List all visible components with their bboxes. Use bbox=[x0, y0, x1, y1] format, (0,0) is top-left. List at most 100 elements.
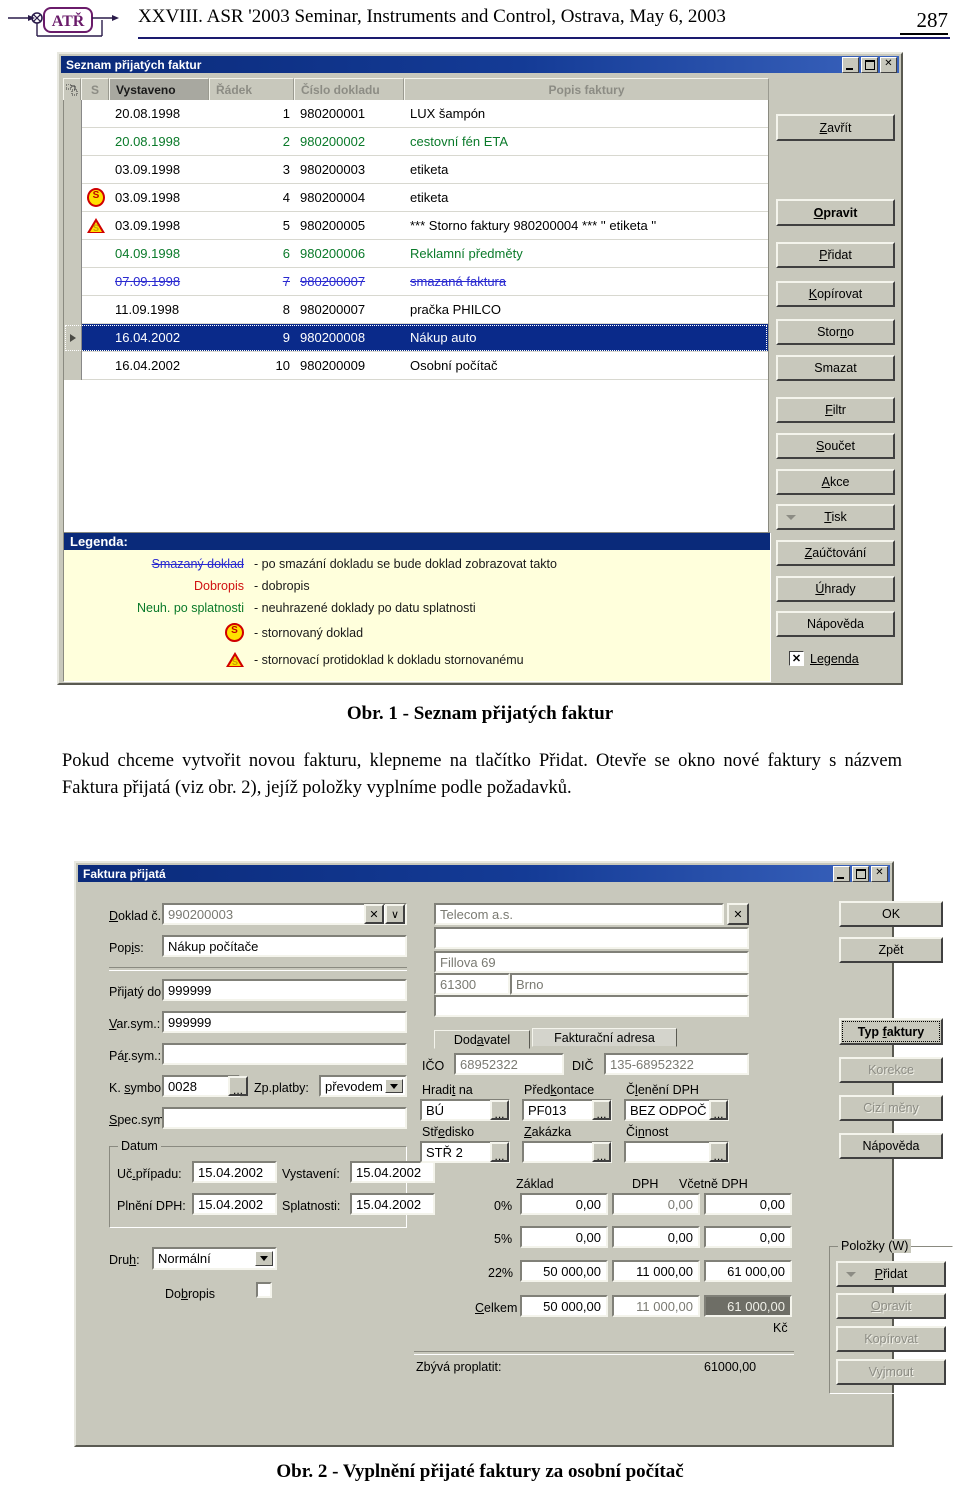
cleneni-dph-browse-button[interactable]: ... bbox=[709, 1100, 728, 1120]
splatnosti-field[interactable]: 15.04.2002 bbox=[350, 1193, 435, 1215]
payment-method-select[interactable]: převodem bbox=[319, 1075, 407, 1097]
plneni-dph-field[interactable]: 15.04.2002 bbox=[192, 1193, 277, 1215]
popis-field[interactable]: Nákup počítače bbox=[162, 935, 407, 957]
filter-button[interactable]: Filtr bbox=[776, 397, 895, 423]
total-vat-amount[interactable]: 11 000,00 bbox=[612, 1295, 700, 1317]
add-button[interactable]: Přidat bbox=[776, 242, 895, 268]
legend-checkbox[interactable]: ✕ Legenda bbox=[789, 651, 859, 666]
column-header-s[interactable]: S bbox=[81, 78, 109, 100]
vat-amount-2[interactable]: 11 000,00 bbox=[612, 1260, 700, 1282]
base-amount-1[interactable]: 0,00 bbox=[520, 1226, 608, 1248]
clear-doklad-button[interactable]: ✕ bbox=[364, 904, 384, 924]
window1-titlebar[interactable]: Seznam přijatých faktur ✕ bbox=[61, 56, 899, 73]
zakazka-browse-button[interactable]: ... bbox=[592, 1142, 611, 1162]
spec-sym-field[interactable] bbox=[162, 1107, 407, 1129]
dic-field[interactable]: 135-68952322 bbox=[604, 1053, 749, 1075]
column-header-vystaveno[interactable]: Vystaveno bbox=[109, 78, 209, 100]
copy-button[interactable]: Kopírovat bbox=[776, 281, 895, 307]
vystaveni-field[interactable]: 15.04.2002 bbox=[350, 1161, 435, 1183]
help-button[interactable]: Nápověda bbox=[839, 1133, 943, 1159]
predkontace-browse-button[interactable]: ... bbox=[592, 1100, 611, 1120]
table-row[interactable]: 20.08.1998 1 980200001 LUX šampón bbox=[64, 100, 768, 128]
supplier-name-field[interactable]: Telecom a.s. bbox=[434, 903, 724, 925]
print-button[interactable]: Tisk bbox=[776, 504, 895, 530]
base-amount-2[interactable]: 50 000,00 bbox=[520, 1260, 608, 1282]
address-street-field[interactable]: Fillova 69 bbox=[434, 951, 749, 973]
sum-button[interactable]: Součet bbox=[776, 433, 895, 459]
table-row[interactable]: 03.09.1998 3 980200003 etiketa bbox=[64, 155, 768, 184]
table-row[interactable]: 03.09.1998 5 980200005 *** Storno faktur… bbox=[64, 211, 768, 240]
invoice-type-button[interactable]: Typ faktury bbox=[839, 1018, 943, 1045]
edit-button[interactable]: Opravit bbox=[776, 199, 895, 226]
total-with-vat-amount[interactable]: 61 000,00 bbox=[704, 1295, 792, 1317]
par-sym-field[interactable] bbox=[162, 1043, 407, 1065]
row-indicator[interactable] bbox=[64, 239, 82, 268]
address-line5-field[interactable] bbox=[434, 995, 749, 1017]
address-line2-field[interactable] bbox=[434, 927, 749, 949]
total-amount-2[interactable]: 61 000,00 bbox=[704, 1260, 792, 1282]
hradit-na-browse-button[interactable]: ... bbox=[490, 1100, 509, 1120]
stredisko-browse-button[interactable]: ... bbox=[490, 1142, 509, 1162]
grid-selector-corner[interactable] bbox=[63, 78, 81, 100]
prijaty-dokl-field[interactable]: 999999 bbox=[162, 979, 407, 1001]
chevron-down-icon[interactable] bbox=[255, 1251, 273, 1266]
ok-button[interactable]: OK bbox=[839, 901, 943, 927]
column-header-popis-faktury[interactable]: Popis faktury bbox=[404, 78, 769, 100]
minimize-button[interactable] bbox=[842, 57, 859, 73]
window2-titlebar[interactable]: Faktura přijatá ✕ bbox=[78, 865, 890, 882]
table-row[interactable]: S 03.09.1998 4 980200004 etiketa bbox=[64, 183, 768, 212]
k-symbol-browse-button[interactable]: ... bbox=[228, 1076, 248, 1096]
doklad-dropdown-button[interactable]: ∨ bbox=[385, 904, 405, 924]
table-row[interactable]: 07.09.1998 7 980200007 smazaná faktura bbox=[64, 267, 768, 296]
maximize-button[interactable] bbox=[852, 866, 869, 882]
dobropis-checkbox[interactable] bbox=[256, 1282, 272, 1298]
row-indicator[interactable] bbox=[64, 127, 82, 156]
uc-pripadu-field[interactable]: 15.04.2002 bbox=[192, 1161, 277, 1183]
row-indicator[interactable] bbox=[64, 351, 82, 380]
cinnost-browse-button[interactable]: ... bbox=[709, 1142, 728, 1162]
total-amount-0[interactable]: 0,00 bbox=[704, 1193, 792, 1215]
ico-field[interactable]: 68952322 bbox=[454, 1053, 564, 1075]
tab-fakturacni-adresa[interactable]: Fakturační adresa bbox=[532, 1028, 677, 1047]
maximize-button[interactable] bbox=[861, 57, 878, 73]
kind-select[interactable]: Normální bbox=[152, 1247, 277, 1270]
close-button[interactable]: ✕ bbox=[871, 866, 888, 882]
row-indicator[interactable] bbox=[64, 211, 82, 240]
table-row[interactable]: 04.09.1998 6 980200006 Reklamní předměty bbox=[64, 239, 768, 268]
tab-dodavatel[interactable]: Dodavatel bbox=[434, 1030, 530, 1049]
action-button[interactable]: Akce bbox=[776, 469, 895, 495]
table-row-selected[interactable]: 16.04.2002 9 980200008 Nákup auto bbox=[64, 323, 768, 352]
clear-supplier-button[interactable]: ✕ bbox=[727, 903, 749, 925]
close-window-button[interactable]: Zavřít bbox=[776, 114, 895, 141]
address-city-field[interactable]: Brno bbox=[510, 973, 749, 995]
table-row[interactable]: 11.09.1998 8 980200007 pračka PHILCO bbox=[64, 295, 768, 324]
invoice-grid-body[interactable]: 20.08.1998 1 980200001 LUX šampón 20.08.… bbox=[63, 100, 769, 545]
chevron-down-icon[interactable] bbox=[385, 1079, 403, 1093]
vat-amount-0[interactable]: 0,00 bbox=[612, 1193, 700, 1215]
close-button[interactable]: ✕ bbox=[880, 57, 897, 73]
row-indicator[interactable] bbox=[64, 183, 82, 212]
total-amount-1[interactable]: 0,00 bbox=[704, 1226, 792, 1248]
row-indicator[interactable] bbox=[64, 100, 82, 128]
table-row[interactable]: 16.04.2002 10 980200009 Osobní počítač bbox=[64, 351, 768, 380]
column-header-radek[interactable]: Řádek bbox=[209, 78, 294, 100]
table-row[interactable]: 20.08.1998 2 980200002 cestovní fén ETA bbox=[64, 127, 768, 156]
row-indicator-current[interactable] bbox=[64, 323, 82, 352]
column-header-cislo-dokladu[interactable]: Číslo dokladu bbox=[294, 78, 404, 100]
base-amount-0[interactable]: 0,00 bbox=[520, 1193, 608, 1215]
help-button[interactable]: Nápověda bbox=[776, 611, 895, 637]
total-base-amount[interactable]: 50 000,00 bbox=[520, 1295, 608, 1317]
row-indicator[interactable] bbox=[64, 155, 82, 184]
address-zip-field[interactable]: 61300 bbox=[434, 973, 510, 995]
row-indicator[interactable] bbox=[64, 267, 82, 296]
vat-amount-1[interactable]: 0,00 bbox=[612, 1226, 700, 1248]
row-indicator[interactable] bbox=[64, 295, 82, 324]
posting-button[interactable]: Zaúčtování bbox=[776, 540, 895, 566]
var-sym-field[interactable]: 999999 bbox=[162, 1011, 407, 1033]
delete-button[interactable]: Smazat bbox=[776, 355, 895, 381]
back-button[interactable]: Zpět bbox=[839, 937, 943, 963]
minimize-button[interactable] bbox=[833, 866, 850, 882]
item-add-button[interactable]: Přidat bbox=[836, 1261, 946, 1287]
payments-button[interactable]: Úhrady bbox=[776, 576, 895, 602]
storno-button[interactable]: Stor n o bbox=[776, 319, 895, 345]
